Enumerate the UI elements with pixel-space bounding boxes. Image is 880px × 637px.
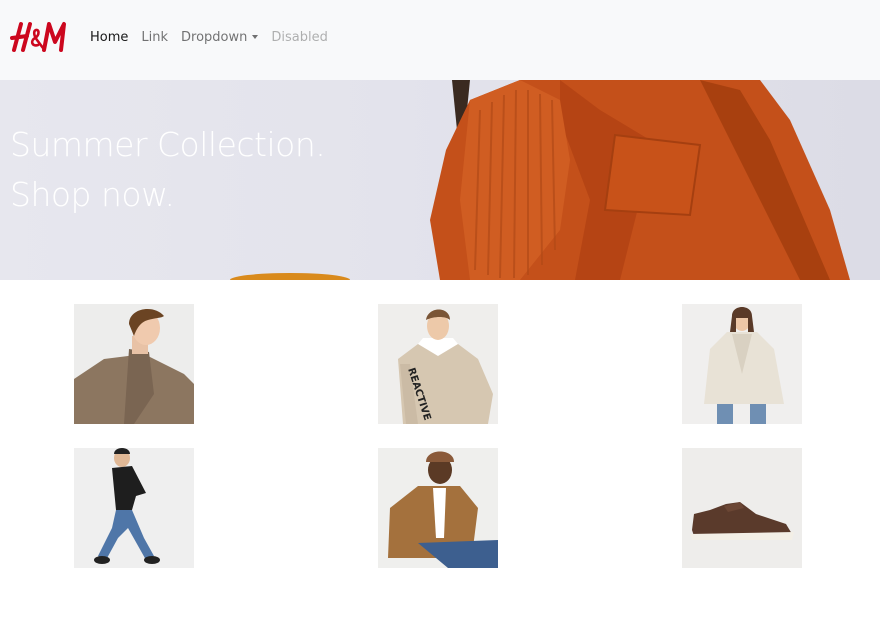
product-brown-sneaker-image — [682, 448, 802, 568]
nav-dropdown-toggle[interactable]: Dropdown — [181, 30, 259, 45]
hm-logo[interactable] — [8, 14, 72, 60]
hero-banner[interactable]: Summer Collection. Shop now. — [0, 80, 880, 280]
product-card-6[interactable] — [682, 448, 802, 568]
nav-menu: Home Link Dropdown Disabled — [90, 30, 341, 45]
nav-disabled-link: Disabled — [271, 30, 328, 45]
hero-headline: Summer Collection. Shop now. — [10, 120, 326, 220]
hero-headline-line2: Shop now. — [10, 175, 175, 214]
product-man-beige-hoodie-image: REACTIVE — [378, 304, 498, 424]
caret-down-icon — [252, 34, 259, 39]
nav-dropdown-label: Dropdown — [181, 30, 248, 45]
nav-link[interactable]: Link — [141, 30, 168, 45]
hero-headline-line1: Summer Collection. — [10, 125, 326, 164]
product-card-4[interactable] — [74, 448, 194, 568]
product-card-5[interactable] — [378, 448, 498, 568]
product-man-brown-coat-image — [74, 304, 194, 424]
product-card-1[interactable] — [74, 304, 194, 424]
product-card-2[interactable]: REACTIVE — [378, 304, 498, 424]
product-man-black-tee-image — [74, 448, 194, 568]
nav-home-link[interactable]: Home — [90, 30, 128, 45]
product-woman-cream-coat-image — [682, 304, 802, 424]
product-man-tan-shirt-image — [378, 448, 498, 568]
product-card-3[interactable] — [682, 304, 802, 424]
navbar: Home Link Dropdown Disabled — [0, 0, 880, 80]
